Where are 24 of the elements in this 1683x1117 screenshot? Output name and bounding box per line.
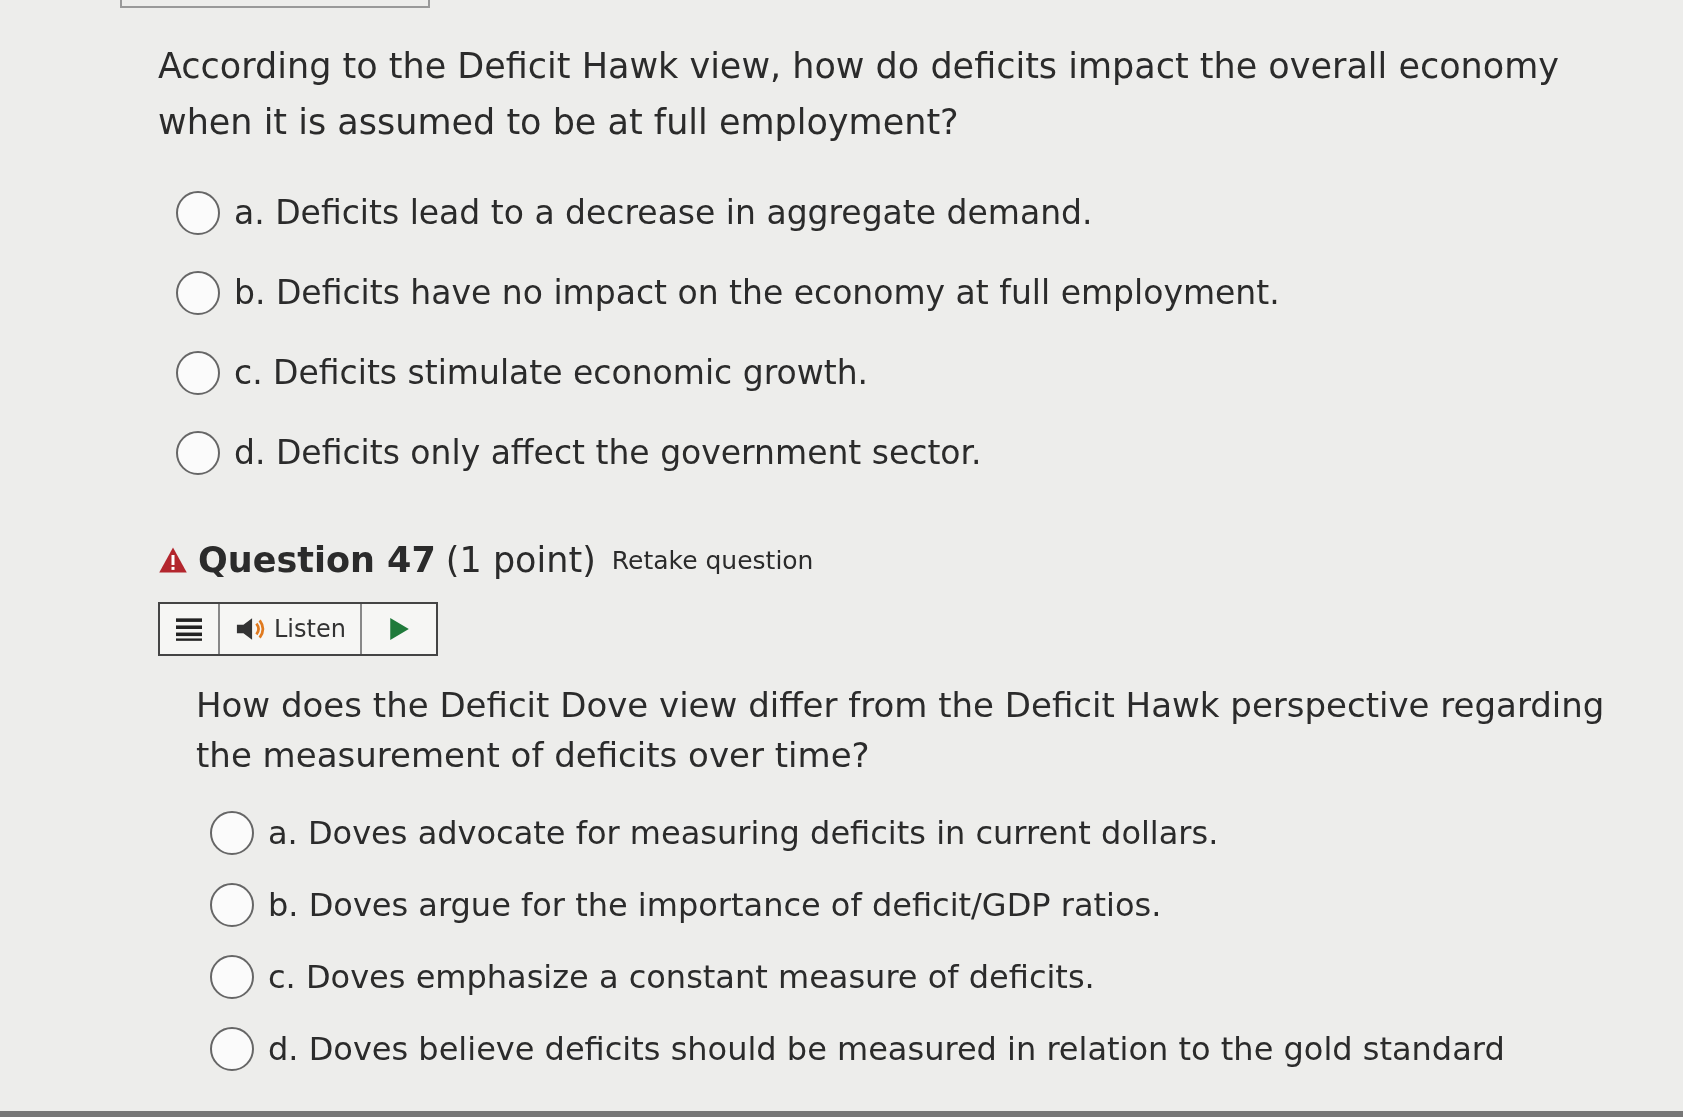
radio-button[interactable] bbox=[210, 1027, 254, 1071]
option-label: b. Deficits have no impact on the economy at full employment. bbox=[234, 272, 1280, 314]
retake-link[interactable]: Retake question bbox=[611, 545, 814, 575]
option-label: d. Deficits only affect the government sector. bbox=[234, 432, 982, 474]
option-label: a. Deficits lead to a decrease in aggregate demand. bbox=[234, 192, 1093, 234]
radio-button[interactable] bbox=[176, 431, 220, 475]
option-label: a. Doves advocate for measuring deficits in current dollars. bbox=[268, 813, 1219, 854]
radio-button[interactable] bbox=[176, 191, 220, 235]
option-label: c. Deficits stimulate economic growth. bbox=[234, 352, 869, 394]
play-icon bbox=[387, 617, 410, 641]
radio-button[interactable] bbox=[176, 271, 220, 315]
question-number: Question 47 bbox=[198, 540, 436, 580]
listen-button[interactable]: Listen bbox=[220, 604, 362, 654]
radio-button[interactable] bbox=[210, 955, 254, 999]
radio-button[interactable] bbox=[210, 883, 254, 927]
option-label: b. Doves argue for the importance of deficit/GDP ratios. bbox=[268, 885, 1162, 926]
option-label: c. Doves emphasize a constant measure of deficits. bbox=[268, 957, 1095, 998]
question-text: According to the Deficit Hawk view, how do deficits impact the overall economy when it is assumed to be at full employment? bbox=[158, 45, 1561, 144]
radio-button[interactable] bbox=[210, 811, 254, 855]
question-text: How does the Deficit Dove view differ from the Deficit Hawk perspective regarding the measurement of deficits over time? bbox=[196, 684, 1606, 777]
radio-button[interactable] bbox=[176, 351, 220, 395]
menu-icon bbox=[174, 616, 204, 642]
option-label: d. Doves believe deficits should be measured in relation to the gold standard bbox=[268, 1029, 1505, 1070]
points-label: (1 point) bbox=[445, 540, 596, 580]
